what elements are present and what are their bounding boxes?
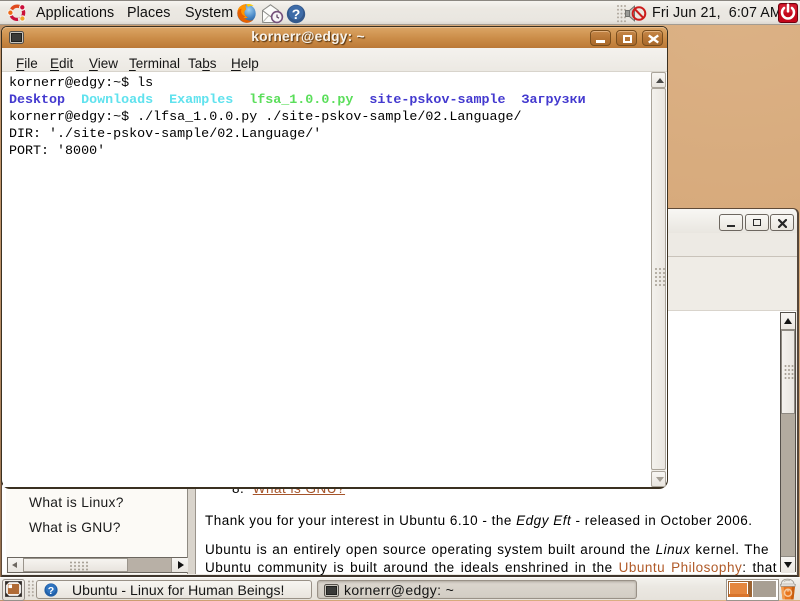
svg-text:?: ? — [48, 585, 54, 597]
svg-text:?: ? — [292, 6, 301, 22]
